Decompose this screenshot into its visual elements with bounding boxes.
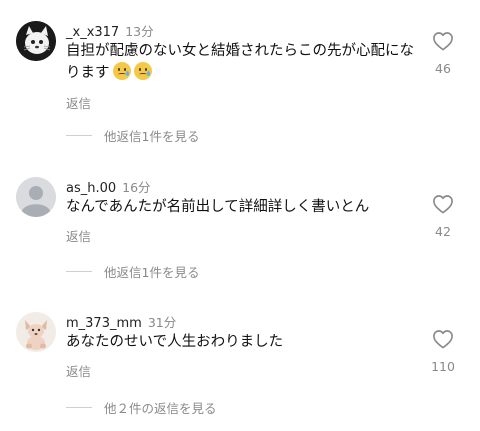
comment-list: _x_x317 13分 自担が配慮のない女と結婚されたらこの先が心配になります 返… [0, 0, 480, 431]
reply-button[interactable]: 返信 [66, 226, 91, 245]
username-text[interactable]: _x_x317 [66, 25, 119, 40]
crying-face-emoji-icon [133, 62, 152, 80]
cat-avatar-icon [16, 21, 56, 61]
like-count: 46 [435, 61, 451, 76]
like-count: 42 [435, 224, 451, 239]
username-text[interactable]: as_h.00 [66, 181, 116, 196]
avatar[interactable] [16, 177, 56, 217]
comment-item: _x_x317 13分 自担が配慮のない女と結婚されたらこの先が心配になります 返… [0, 21, 480, 151]
divider-line [66, 407, 92, 408]
heart-icon [433, 330, 453, 349]
heart-icon [433, 32, 453, 51]
comment-time: 13分 [125, 24, 154, 39]
view-more-replies-label: 他返信1件を見る [104, 265, 200, 280]
view-more-replies-label: 他２件の返信を見る [104, 401, 217, 416]
avatar[interactable] [16, 312, 56, 352]
reply-button[interactable]: 返信 [66, 361, 91, 380]
comment-body: あなたのせいで人生おわりました [66, 334, 284, 350]
default-user-icon [16, 177, 56, 217]
view-more-replies-label: 他返信1件を見る [104, 129, 200, 144]
comment-text: なんであんたが名前出して詳細詳しく書いとん [66, 196, 416, 218]
comment-text: あなたのせいで人生おわりました [66, 331, 416, 353]
comment-time: 16分 [122, 180, 151, 195]
comment-username[interactable]: m_373_mm 31分 [66, 312, 176, 331]
comment-item: as_h.00 16分 なんであんたが名前出して詳細詳しく書いとん 返信 42 他… [0, 177, 480, 282]
comment-username[interactable]: _x_x317 13分 [66, 21, 154, 40]
divider-line [66, 135, 92, 136]
dog-plush-avatar-icon [16, 312, 56, 352]
view-more-replies-button[interactable]: 他返信1件を見る [66, 262, 199, 281]
comment-username[interactable]: as_h.00 16分 [66, 177, 151, 196]
like-button[interactable]: 46 [428, 31, 458, 76]
like-button[interactable]: 110 [425, 329, 461, 374]
reply-button[interactable]: 返信 [66, 93, 91, 112]
divider-line [66, 271, 92, 272]
avatar[interactable] [16, 21, 56, 61]
comment-time: 31分 [147, 315, 177, 330]
username-text[interactable]: m_373_mm [66, 316, 142, 331]
view-more-replies-button[interactable]: 他２件の返信を見る [66, 398, 217, 417]
heart-icon [433, 195, 453, 214]
comment-text: 自担が配慮のない女と結婚されたらこの先が心配になります [66, 40, 416, 84]
crying-face-emoji-icon [112, 62, 131, 80]
comment-body: なんであんたが名前出して詳細詳しく書いとん [66, 199, 370, 215]
view-more-replies-button[interactable]: 他返信1件を見る [66, 126, 199, 145]
like-count: 110 [431, 359, 455, 374]
comment-item: m_373_mm 31分 あなたのせいで人生おわりました 返信 110 他２件の返… [0, 312, 480, 422]
like-button[interactable]: 42 [428, 194, 458, 239]
